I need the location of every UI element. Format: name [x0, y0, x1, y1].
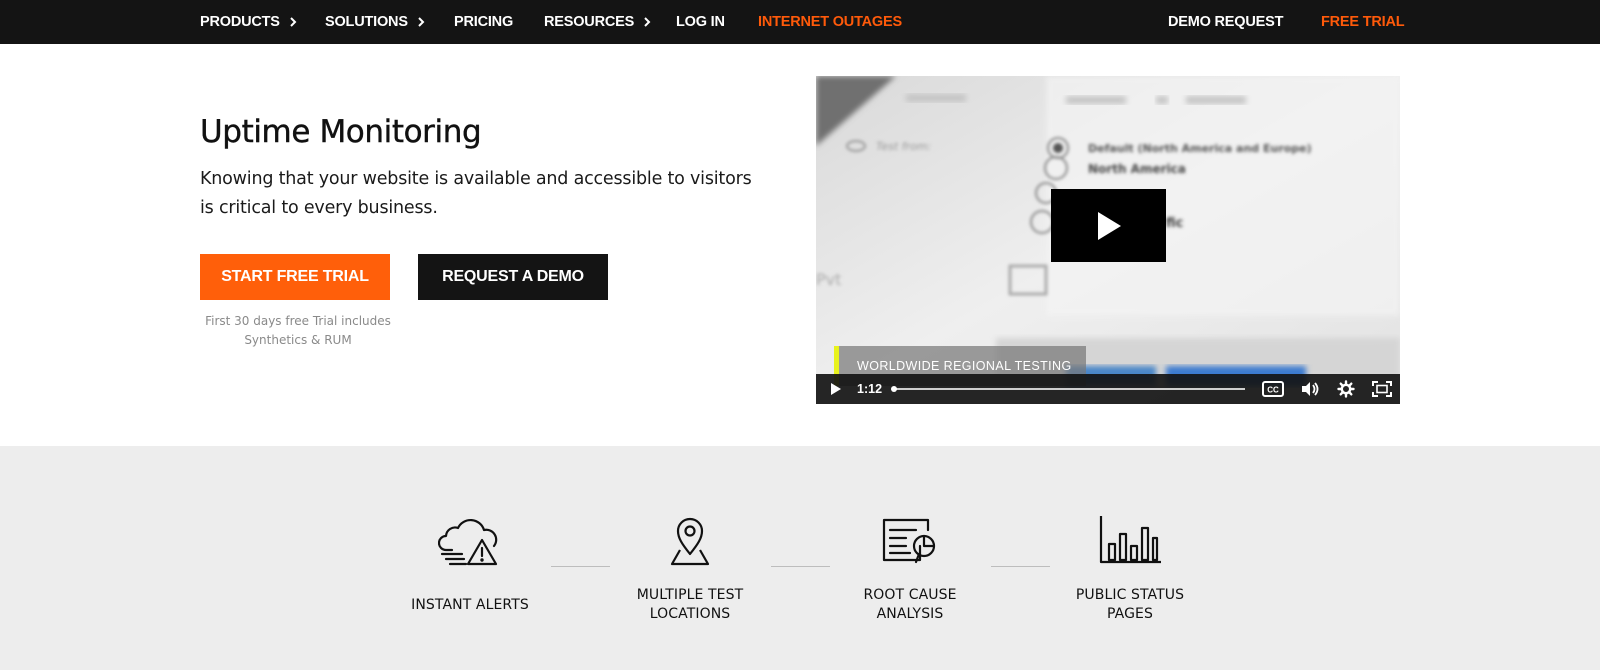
settings-button[interactable]: [1334, 374, 1358, 404]
nav-login[interactable]: LOG IN: [676, 12, 725, 32]
start-free-trial-button[interactable]: START FREE TRIAL: [200, 254, 390, 300]
feature-label-line2: PAGES: [1107, 606, 1153, 622]
video-controls: 1:12 CC: [816, 374, 1400, 404]
video-time: 1:12: [857, 382, 883, 396]
divider: [991, 566, 1050, 567]
video-caption-text: WORLDWIDE REGIONAL TESTING: [857, 359, 1072, 373]
page-title: Uptime Monitoring: [200, 114, 482, 150]
chevron-right-icon: [644, 17, 651, 27]
play-icon: [1097, 211, 1121, 240]
bar-chart-icon: [1099, 516, 1161, 564]
feature-label-line2: LOCATIONS: [649, 606, 731, 622]
video-bg-option-partial: fic: [1166, 216, 1183, 231]
fullscreen-button[interactable]: [1370, 374, 1394, 404]
play-icon: [831, 383, 841, 395]
feature-root-cause-analysis: ROOT CAUSE ANALYSIS: [825, 516, 995, 636]
nav-login-label: LOG IN: [676, 14, 725, 30]
hero-description: Knowing that your website is available a…: [200, 169, 752, 218]
nav-products-label: PRODUCTS: [200, 14, 280, 30]
video-player[interactable]: Test from: Default (North America and Eu…: [816, 76, 1400, 404]
nav-demo-request[interactable]: DEMO REQUEST: [1168, 12, 1283, 32]
trial-note: First 30 days free Trial includes Synthe…: [205, 314, 391, 347]
nav-internet-outages-label: INTERNET OUTAGES: [758, 14, 902, 30]
svg-text:Pvt: Pvt: [816, 270, 841, 289]
volume-button[interactable]: [1298, 374, 1322, 404]
top-nav: PRODUCTS SOLUTIONS PRICING RESOURCES LOG…: [0, 0, 1600, 44]
feature-multiple-test-locations: MULTIPLE TEST LOCATIONS: [605, 516, 775, 636]
analysis-icon: [882, 518, 936, 564]
feature-public-status-pages: PUBLIC STATUS PAGES: [1045, 516, 1215, 636]
map-pin-icon: [670, 517, 710, 566]
svg-text:CC: CC: [1267, 386, 1279, 395]
nav-pricing-label: PRICING: [454, 14, 514, 30]
nav-products[interactable]: PRODUCTS: [200, 12, 298, 32]
feature-label-line1: PUBLIC STATUS: [1075, 587, 1185, 603]
svg-text:Test from:: Test from:: [876, 140, 931, 153]
captions-button[interactable]: CC: [1260, 374, 1286, 404]
video-progress-bar[interactable]: [891, 386, 1245, 392]
feature-label-line1: ROOT CAUSE: [863, 587, 957, 603]
feature-instant-alerts: INSTANT ALERTS: [385, 516, 555, 636]
feature-label: MULTIPLE TEST LOCATIONS: [605, 586, 775, 624]
nav-resources[interactable]: RESOURCES: [544, 12, 652, 32]
feature-label: PUBLIC STATUS PAGES: [1045, 586, 1215, 624]
nav-free-trial-label: FREE TRIAL: [1321, 14, 1405, 30]
features-section: INSTANT ALERTS MULTIPLE TEST LOCATIONS R…: [0, 446, 1600, 670]
nav-solutions-label: SOLUTIONS: [325, 14, 408, 30]
chevron-right-icon: [418, 17, 425, 27]
feature-label-line1: INSTANT ALERTS: [411, 597, 529, 613]
nav-free-trial[interactable]: FREE TRIAL: [1321, 12, 1405, 32]
feature-label: ROOT CAUSE ANALYSIS: [825, 586, 995, 624]
cloud-alert-icon: [438, 518, 498, 566]
progress-handle[interactable]: [891, 386, 897, 392]
volume-icon: [1302, 382, 1319, 396]
nav-solutions[interactable]: SOLUTIONS: [325, 12, 426, 32]
nav-resources-label: RESOURCES: [544, 14, 635, 30]
divider: [551, 566, 610, 567]
control-play-button[interactable]: [824, 374, 848, 404]
divider: [771, 566, 830, 567]
gear-icon: [1337, 380, 1355, 398]
nav-internet-outages[interactable]: INTERNET OUTAGES: [758, 12, 902, 32]
closed-captions-icon: CC: [1262, 381, 1284, 397]
chevron-right-icon: [290, 17, 297, 27]
svg-text:North America: North America: [1088, 162, 1186, 176]
feature-label: INSTANT ALERTS: [385, 596, 555, 615]
nav-demo-request-label: DEMO REQUEST: [1168, 14, 1284, 30]
svg-text:fic: fic: [1166, 216, 1183, 231]
svg-text:Default (North America and Eur: Default (North America and Europe): [1088, 142, 1312, 155]
nav-pricing[interactable]: PRICING: [454, 12, 513, 32]
request-demo-button[interactable]: REQUEST A DEMO: [418, 254, 608, 300]
feature-label-line1: MULTIPLE TEST: [636, 587, 744, 603]
video-bg-label-partial: Pvt: [816, 270, 841, 289]
video-bg-test-from: Test from:: [876, 140, 931, 153]
video-bg-option-na: North America: [1088, 162, 1186, 176]
video-play-button[interactable]: [1051, 189, 1166, 262]
fullscreen-icon: [1372, 381, 1392, 397]
feature-label-line2: ANALYSIS: [876, 606, 944, 622]
video-bg-option-default: Default (North America and Europe): [1088, 142, 1312, 155]
